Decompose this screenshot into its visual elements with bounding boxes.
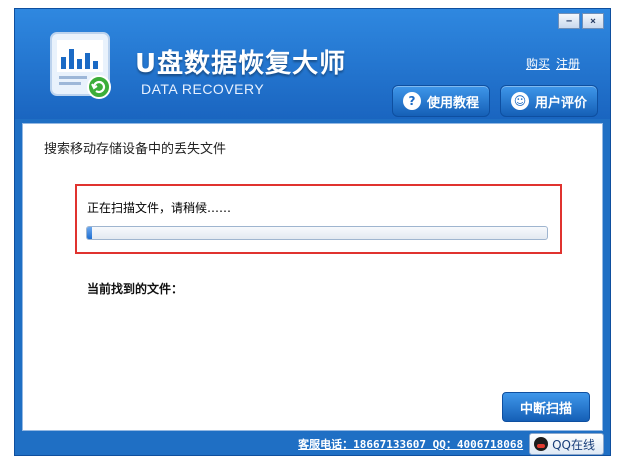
qq-penguin-icon: [534, 437, 549, 451]
scan-progress-fill: [87, 227, 92, 239]
tutorial-button[interactable]: ? 使用教程: [392, 85, 491, 117]
app-window: − × U盘数据恢复大师 DATA RECOVERY 购买 注册 ? 使用教程 …: [14, 8, 611, 456]
review-button-label: 用户评价: [535, 95, 588, 111]
stop-scan-button[interactable]: 中断扫描: [502, 392, 590, 422]
header-bar: − × U盘数据恢复大师 DATA RECOVERY 购买 注册 ? 使用教程 …: [15, 9, 610, 119]
app-subtitle: DATA RECOVERY: [141, 81, 265, 97]
buy-link[interactable]: 购买: [526, 55, 550, 72]
scan-progress-bar: [86, 226, 548, 240]
service-contact-link[interactable]: 客服电话：18667133607 QQ：4006718068: [298, 436, 523, 452]
close-button[interactable]: ×: [582, 13, 604, 29]
found-files-label: 当前找到的文件：: [87, 282, 184, 296]
register-link[interactable]: 注册: [556, 55, 580, 72]
top-links: 购买 注册: [526, 55, 580, 72]
app-title: U盘数据恢复大师: [135, 49, 347, 79]
window-controls: − ×: [558, 13, 604, 29]
app-logo-icon: [45, 31, 117, 101]
footer-bar: 客服电话：18667133607 QQ：4006718068 QQ在线: [15, 433, 610, 455]
minimize-button[interactable]: −: [558, 13, 580, 29]
review-button[interactable]: ☺ 用户评价: [500, 85, 599, 117]
qq-online-button[interactable]: QQ在线: [529, 433, 604, 455]
main-panel: 搜索移动存储设备中的丢失文件 正在扫描文件，请稍候…… 当前找到的文件： 中断扫…: [22, 123, 603, 431]
help-icon: ?: [403, 92, 421, 110]
scan-status-box: 正在扫描文件，请稍候……: [75, 184, 562, 254]
smile-icon: ☺: [511, 92, 529, 110]
page-title: 搜索移动存储设备中的丢失文件: [44, 142, 227, 157]
tutorial-button-label: 使用教程: [427, 95, 480, 111]
qq-online-label: QQ在线: [552, 437, 595, 452]
scan-status-text: 正在扫描文件，请稍候……: [87, 201, 232, 215]
